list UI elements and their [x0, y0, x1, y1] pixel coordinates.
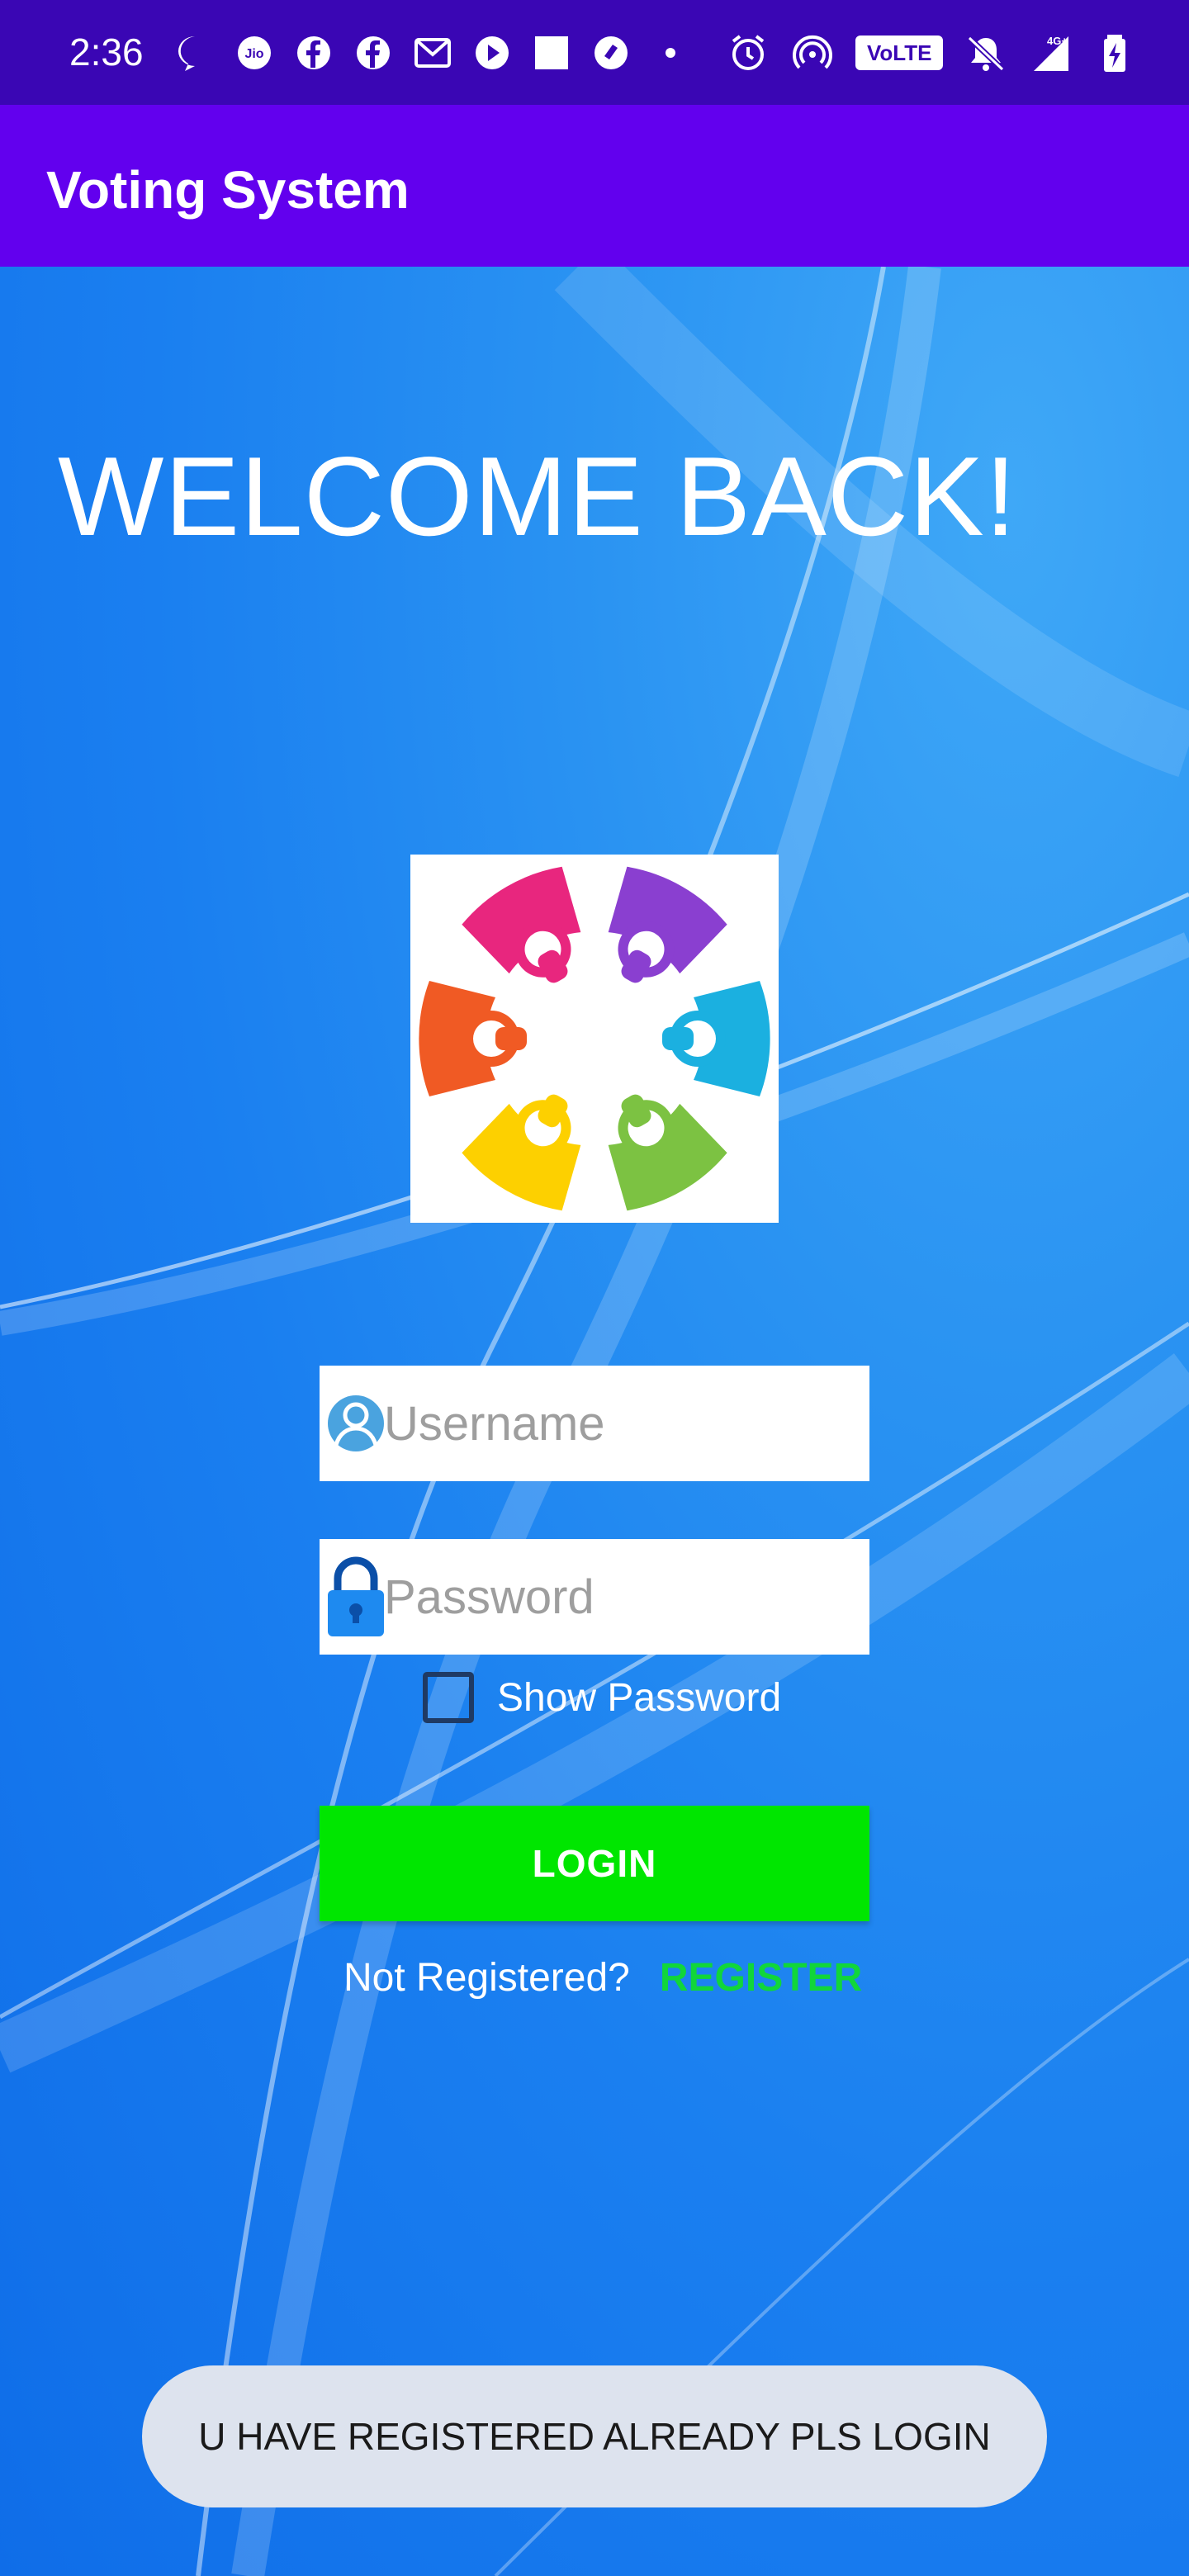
app-icon — [590, 31, 632, 74]
show-password-row[interactable]: Show Password — [423, 1672, 781, 1723]
username-input[interactable] — [384, 1366, 863, 1481]
battery-charging-icon — [1093, 31, 1136, 74]
network-label: 4G+ — [1047, 35, 1068, 47]
status-time: 2:36 — [69, 31, 144, 73]
app-title: Voting System — [46, 160, 410, 220]
signal-4g-icon: 4G+ — [1029, 31, 1072, 74]
jio-icon: Jio — [233, 31, 276, 74]
mute-icon — [964, 31, 1007, 74]
login-button[interactable]: LOGIN — [320, 1806, 869, 1921]
login-screen: WELCOME BACK! Username Show Password LOG… — [0, 267, 1189, 2576]
notification-icons: Jio — [173, 31, 692, 74]
toast-message: U HAVE REGISTERED ALREADY PLS LOGIN — [142, 2365, 1047, 2507]
square-icon — [530, 31, 573, 74]
password-input[interactable] — [384, 1539, 863, 1655]
voting-logo — [410, 855, 779, 1223]
status-bar: 2:36 Jio VoLTE 4G+ — [0, 0, 1189, 105]
facebook-icon — [352, 31, 395, 74]
username-field[interactable] — [320, 1366, 869, 1481]
dot-icon — [649, 31, 692, 74]
show-password-checkbox[interactable] — [423, 1672, 474, 1723]
svg-text:Jio: Jio — [244, 47, 263, 61]
alarm-icon — [727, 31, 770, 74]
volte-badge: VoLTE — [855, 36, 944, 70]
app-bar: Voting System — [0, 105, 1189, 267]
lock-icon — [324, 1556, 387, 1638]
register-link[interactable]: REGISTER — [660, 1955, 862, 2001]
user-icon — [324, 1382, 387, 1465]
play-icon — [471, 31, 514, 74]
password-field[interactable] — [320, 1539, 869, 1655]
message-icon — [173, 31, 216, 74]
system-icons: VoLTE 4G+ — [727, 31, 1136, 74]
not-registered-text: Not Registered? — [343, 1956, 630, 2000]
welcome-heading: WELCOME BACK! — [58, 433, 1017, 559]
register-row: Not Registered? REGISTER — [343, 1955, 862, 2001]
gmail-icon — [411, 31, 454, 74]
show-password-label[interactable]: Show Password — [497, 1675, 781, 1721]
facebook-icon — [292, 31, 335, 74]
hotspot-icon — [791, 31, 834, 74]
